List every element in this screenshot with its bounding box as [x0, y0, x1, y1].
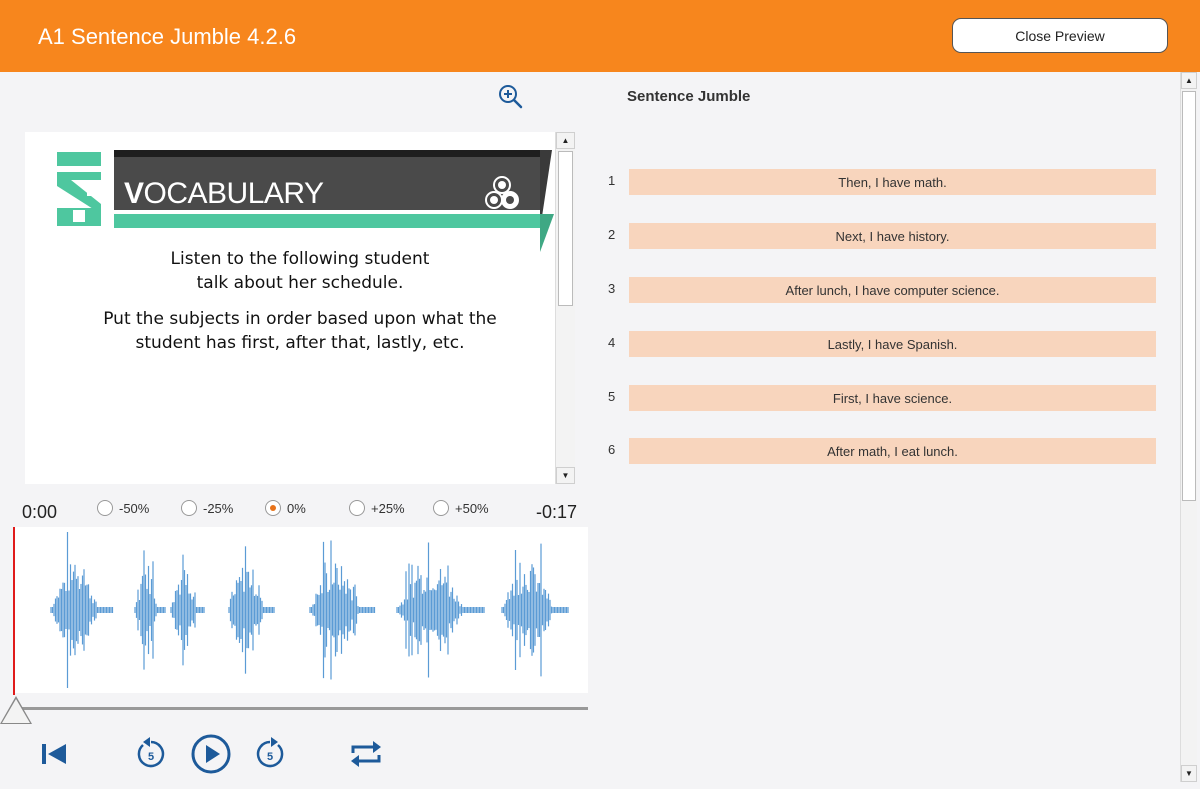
- item-number: 3: [608, 281, 616, 296]
- radio-button[interactable]: [433, 500, 449, 516]
- instruction-line: talk about her schedule.: [196, 273, 404, 293]
- speed-option-plus-25[interactable]: +25%: [349, 500, 405, 516]
- rewind-5-icon[interactable]: 5: [134, 735, 168, 771]
- sentence-card[interactable]: Then, I have math.: [629, 169, 1156, 195]
- list-item: 3 After lunch, I have computer science.: [600, 277, 1160, 303]
- sentence-card[interactable]: After lunch, I have computer science.: [629, 277, 1156, 303]
- radio-button[interactable]: [181, 500, 197, 516]
- radio-button[interactable]: [97, 500, 113, 516]
- page-scrollbar[interactable]: ▲ ▼: [1180, 72, 1197, 782]
- play-icon[interactable]: [190, 733, 232, 775]
- forward-5-icon[interactable]: 5: [253, 735, 287, 771]
- audio-waveform[interactable]: [13, 527, 588, 693]
- playhead[interactable]: [13, 527, 15, 695]
- waveform-graphic: [50, 532, 569, 688]
- instruction-line: Listen to the following student: [170, 249, 430, 269]
- sentence-card[interactable]: After math, I eat lunch.: [629, 438, 1156, 464]
- instruction-line: Put the subjects in order based upon wha…: [103, 309, 497, 329]
- slide-image: VOCABULARY Listen to the following stude…: [25, 132, 575, 484]
- svg-text:5: 5: [148, 751, 154, 763]
- repeat-icon[interactable]: [347, 735, 385, 773]
- radio-button-selected[interactable]: [265, 500, 281, 516]
- speed-option-minus-25[interactable]: -25%: [181, 500, 233, 516]
- list-item: 5 First, I have science.: [600, 385, 1160, 411]
- speed-option-plus-50[interactable]: +50%: [433, 500, 489, 516]
- list-item: 1 Then, I have math.: [600, 169, 1160, 195]
- sentence-card[interactable]: First, I have science.: [629, 385, 1156, 411]
- header-bar: A1 Sentence Jumble 4.2.6 Close Preview: [0, 0, 1200, 72]
- scroll-down-arrow-icon[interactable]: ▼: [556, 467, 575, 484]
- section-title: Sentence Jumble: [627, 88, 751, 105]
- sentence-card[interactable]: Lastly, I have Spanish.: [629, 331, 1156, 357]
- time-remaining: -0:17: [536, 502, 578, 522]
- list-item: 2 Next, I have history.: [600, 223, 1160, 249]
- item-number: 1: [608, 173, 616, 188]
- slide-scrollbar[interactable]: ▲ ▼: [555, 132, 575, 484]
- item-number: 2: [608, 227, 616, 242]
- list-item: 4 Lastly, I have Spanish.: [600, 331, 1160, 357]
- scroll-thumb[interactable]: [558, 151, 573, 306]
- sentence-card[interactable]: Next, I have history.: [629, 223, 1156, 249]
- app-title: A1 Sentence Jumble 4.2.6: [38, 24, 297, 49]
- scroll-up-arrow-icon[interactable]: ▲: [1181, 72, 1197, 89]
- item-number: 4: [608, 335, 616, 350]
- item-number: 5: [608, 389, 616, 404]
- instruction-line: student has first, after that, lastly, e…: [135, 333, 465, 353]
- scroll-up-arrow-icon[interactable]: ▲: [556, 132, 575, 149]
- speed-option-0[interactable]: 0%: [265, 500, 306, 516]
- scroll-thumb[interactable]: [1182, 91, 1196, 501]
- time-elapsed: 0:00: [22, 502, 58, 522]
- item-number: 6: [608, 442, 616, 457]
- list-item: 6 After math, I eat lunch.: [600, 438, 1160, 464]
- svg-text:5: 5: [267, 751, 273, 763]
- radio-button[interactable]: [349, 500, 365, 516]
- abc-icon: [485, 176, 519, 209]
- scroll-down-arrow-icon[interactable]: ▼: [1181, 765, 1197, 782]
- progress-track[interactable]: [13, 707, 588, 710]
- skip-to-start-icon[interactable]: [40, 740, 70, 768]
- a1-logo: [57, 152, 101, 226]
- vocab-heading: VOCABULARY: [124, 177, 324, 210]
- close-preview-button[interactable]: Close Preview: [952, 18, 1168, 53]
- zoom-in-icon[interactable]: [496, 82, 524, 110]
- speed-option-minus-50[interactable]: -50%: [97, 500, 149, 516]
